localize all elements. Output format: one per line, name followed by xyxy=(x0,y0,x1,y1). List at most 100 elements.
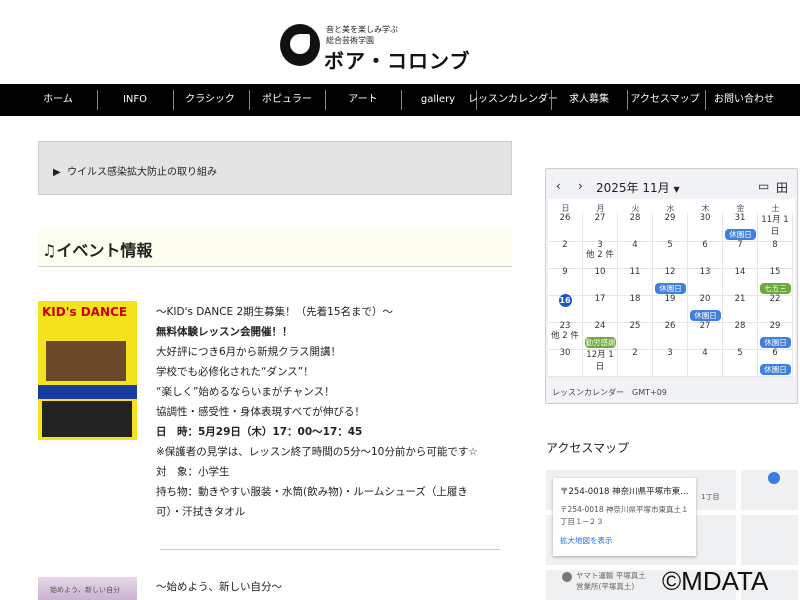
nav-item[interactable]: gallery xyxy=(421,84,455,116)
calendar-day[interactable]: 5 xyxy=(723,348,758,377)
map-place[interactable]: ヤマト運輸 平塚真土営業所(平塚真土) xyxy=(562,570,652,592)
event-poster-image-2[interactable]: 始めよう、新しい自分 xyxy=(38,577,137,600)
calendar-day[interactable]: 11 xyxy=(618,267,653,296)
calendar-event-chip[interactable]: 休園日 xyxy=(655,283,686,294)
calendar-day[interactable]: 29 休園日 xyxy=(758,321,793,350)
day-number: 31 xyxy=(734,213,746,223)
calendar-event-chip[interactable]: 休園日 xyxy=(760,364,791,375)
nav-item[interactable]: レッスンカレンダー xyxy=(468,84,558,116)
calendar-day[interactable]: 30 xyxy=(548,348,583,377)
calendar-day[interactable]: 28 xyxy=(723,321,758,350)
calendar-day[interactable]: 27 xyxy=(688,321,723,350)
calendar-day[interactable]: 25 xyxy=(618,321,653,350)
day-number: 4 xyxy=(702,348,708,358)
calendar-day[interactable]: 13 xyxy=(688,267,723,296)
event-line: 大好評につき6月から新規クラス開講！ xyxy=(156,346,341,358)
day-number: 12月 1日 xyxy=(586,350,614,372)
calendar-event-chip[interactable]: 休園日 xyxy=(760,337,791,348)
nav-item[interactable]: ポピュラー xyxy=(262,84,312,116)
calendar-day[interactable]: 31 休園日 xyxy=(723,213,758,242)
lesson-calendar: ‹ › 2025年 11月 ▼ ▭ 田 日月火水木金土 26 27 28 29 30 31 休… xyxy=(545,168,798,404)
day-number: 16 xyxy=(558,294,572,307)
calendar-day[interactable]: 19 xyxy=(653,294,688,323)
event-line: 持ち物：動きやすい服装・水筒(飲み物)・ルームシューズ（上履き xyxy=(156,486,468,498)
nav-item[interactable]: アート xyxy=(348,84,377,116)
more-events-link[interactable]: 他 2 件 xyxy=(583,250,617,260)
day-number: 27 xyxy=(594,213,606,223)
calendar-day[interactable]: 7 xyxy=(723,240,758,269)
nav-item[interactable]: お問い合わせ xyxy=(714,84,774,116)
calendar-day[interactable]: 26 xyxy=(548,213,583,242)
calendar-event-chip[interactable]: 休園日 xyxy=(690,310,721,321)
calendar-day[interactable]: 4 xyxy=(618,240,653,269)
day-number: 6 xyxy=(772,348,778,358)
calendar-day[interactable]: 3他 2 件 xyxy=(583,240,618,269)
covid-notice-label: ウイルス感染拡大防止の取り組み xyxy=(67,167,218,178)
calendar-day[interactable]: 10 xyxy=(583,267,618,296)
nav-item[interactable]: アクセスマップ xyxy=(630,84,699,116)
calendar-day[interactable]: 2 xyxy=(548,240,583,269)
calendar-event-chip[interactable]: 休園日 xyxy=(725,229,756,240)
calendar-day[interactable]: 17 xyxy=(583,294,618,323)
calendar-day[interactable]: 16 xyxy=(548,294,583,323)
calendar-day[interactable]: 27 xyxy=(583,213,618,242)
nav-separator xyxy=(96,90,98,110)
calendar-day[interactable]: 15 七五三 xyxy=(758,267,793,296)
calendar-day[interactable]: 21 xyxy=(723,294,758,323)
calendar-day[interactable]: 5 xyxy=(653,240,688,269)
calendar-day[interactable]: 24 勤労感謝 xyxy=(583,321,618,350)
calendar-day[interactable]: 18 xyxy=(618,294,653,323)
nav-separator xyxy=(627,90,628,110)
calendar-day[interactable]: 20 休園日 xyxy=(688,294,723,323)
calendar-event-chip[interactable]: 勤労感謝 xyxy=(585,337,616,348)
calendar-day[interactable]: 8 xyxy=(758,240,793,269)
calendar-day[interactable]: 2 xyxy=(618,348,653,377)
divider xyxy=(160,549,500,550)
nav-item[interactable]: 求人募集 xyxy=(569,84,609,116)
day-number: 26 xyxy=(664,321,676,331)
day-number: 28 xyxy=(629,213,641,223)
calendar-day[interactable]: 30 xyxy=(688,213,723,242)
calendar-day[interactable]: 14 xyxy=(723,267,758,296)
nav-item[interactable]: INFO xyxy=(123,84,147,116)
nav-item[interactable]: ホーム xyxy=(43,84,73,116)
day-number: 5 xyxy=(737,348,743,358)
nav-separator xyxy=(325,90,326,110)
calendar-day[interactable]: 9 xyxy=(548,267,583,296)
day-number: 2 xyxy=(562,240,568,250)
calendar-day[interactable]: 11月 1日 xyxy=(758,213,793,242)
nav-separator xyxy=(248,90,250,110)
calendar-day[interactable]: 29 xyxy=(653,213,688,242)
calendar-grid: 日月火水木金土 26 27 28 29 30 31 休園日 11月 1日 2 3 他 2 件45678… xyxy=(548,199,795,377)
day-number: 29 xyxy=(664,213,676,223)
more-events-link[interactable]: 他 2 件 xyxy=(548,331,582,341)
logo-tagline: 音と美を楽しみ学ぶ xyxy=(326,25,398,34)
calendar-icon[interactable]: ▭ xyxy=(758,179,769,193)
day-number: 5 xyxy=(667,240,673,250)
calendar-day[interactable]: 6 xyxy=(688,240,723,269)
event-poster-image[interactable]: KID's DANCE xyxy=(38,301,137,440)
prev-month-button[interactable]: ‹ xyxy=(556,179,561,193)
month-selector[interactable]: 2025年 11月 ▼ xyxy=(596,179,680,196)
calendar-day[interactable]: 26 xyxy=(653,321,688,350)
calendar-day[interactable]: 12月 1日 xyxy=(583,348,618,377)
calendar-day[interactable]: 6 休園日 xyxy=(758,348,793,377)
triangle-right-icon: ▶ xyxy=(53,167,61,178)
calendar-footer: レッスンカレンダー GMT+09 xyxy=(552,388,667,397)
nav-item[interactable]: クラシック xyxy=(185,84,235,116)
view-larger-map-link[interactable]: 拡大地図を表示 xyxy=(560,535,689,546)
next-month-button[interactable]: › xyxy=(578,179,583,193)
site-logo[interactable]: 音と美を楽しみ学ぶ 総合芸術学園 ボア・コロンブ xyxy=(280,22,530,73)
calendar-day[interactable]: 28 xyxy=(618,213,653,242)
map-info-title: 〒254-0018 神奈川県平塚市東… xyxy=(560,487,689,497)
calendar-day[interactable]: 3 xyxy=(653,348,688,377)
calendar-day[interactable]: 22 xyxy=(758,294,793,323)
calendar-day[interactable]: 4 xyxy=(688,348,723,377)
day-number: 29 xyxy=(769,321,781,331)
covid-notice-toggle[interactable]: ▶ ウイルス感染拡大防止の取り組み xyxy=(38,141,512,195)
calendar-day[interactable]: 23 他 2 件 xyxy=(548,321,583,350)
map-info-address: 〒254-0018 神奈川県平塚市東真土１丁目１−２３ xyxy=(560,505,689,526)
calendar-event-chip[interactable]: 七五三 xyxy=(760,283,791,294)
calendar-day[interactable]: 12 休園日 xyxy=(653,267,688,296)
grid-view-icon[interactable]: 田 xyxy=(776,179,788,196)
